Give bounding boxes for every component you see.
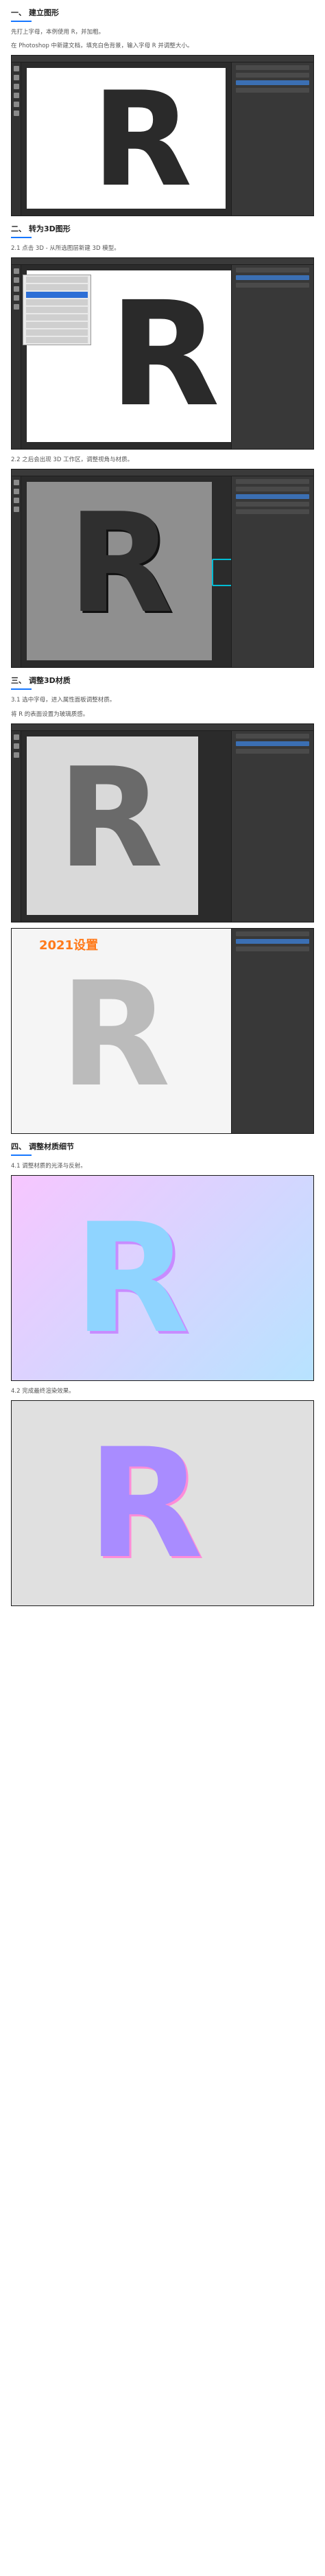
paragraph: 2.1 点击 3D - 从所选图层新建 3D 模型。 <box>11 245 120 253</box>
letter: R <box>92 64 193 216</box>
screenshot-3d-workspace: R <box>11 469 314 669</box>
article: 一、 建立图形 先打上字母，本例使用 R，并加粗。 在 Photoshop 中新建… <box>0 7 325 2576</box>
letter: R <box>73 1190 190 1367</box>
letter: R <box>87 1415 204 1592</box>
title-underline <box>11 21 32 23</box>
screenshot-3d-menu: R <box>11 257 314 450</box>
canvas: R <box>27 68 226 209</box>
section-title: 三、 调整3D材质 <box>11 676 71 686</box>
title-underline <box>11 237 32 239</box>
paragraph: 4.1 调整材质的光泽与反射。 <box>11 1162 86 1170</box>
paragraph: 将 R 的表面设置为玻璃质感。 <box>11 710 89 718</box>
letter: R <box>58 738 164 898</box>
screenshot-final: R <box>11 1400 314 1606</box>
paragraph: 先打上字母，本例使用 R，并加粗。 <box>11 29 105 36</box>
screenshot-photoshop: R <box>11 55 314 217</box>
screenshot-material: R <box>11 723 314 923</box>
menubar <box>12 56 313 63</box>
screenshot-glass: R <box>11 1174 314 1381</box>
paragraph: 4.2 完成最终渲染效果。 <box>11 1387 75 1395</box>
toolbar <box>12 62 21 216</box>
paragraph: 2.2 之后会出现 3D 工作区，调整视角与材质。 <box>11 456 134 464</box>
section-title: 二、 转为3D图形 <box>11 224 71 234</box>
section-title: 一、 建立图形 <box>11 8 59 17</box>
paragraph: 在 Photoshop 中新建文档，填充白色背景，输入字母 R 并调整大小。 <box>11 43 193 50</box>
letter: R <box>68 484 174 645</box>
layers-panel <box>231 62 313 216</box>
context-menu[interactable] <box>23 275 91 346</box>
screenshot-2021: 2021设置 R <box>11 927 314 1134</box>
section-title: 四、 调整材质细节 <box>11 1141 74 1151</box>
paragraph: 3.1 选中字母，进入属性面板调整材质。 <box>11 697 116 704</box>
letter: R <box>109 270 220 439</box>
letter: R <box>60 950 171 1119</box>
